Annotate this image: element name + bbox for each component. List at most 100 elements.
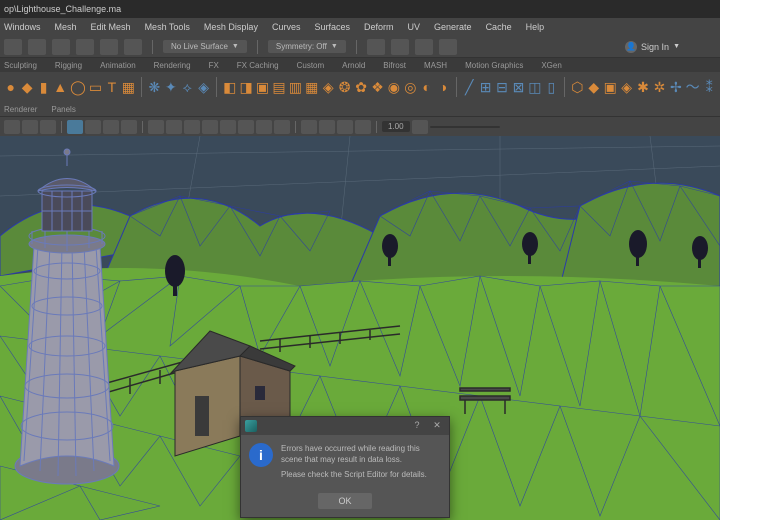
- vp-icon[interactable]: [184, 120, 200, 134]
- panel-menu[interactable]: Panels: [51, 105, 75, 114]
- shelf-icon[interactable]: 〜: [686, 76, 700, 98]
- vp-icon[interactable]: [319, 120, 335, 134]
- statusline-icon[interactable]: [76, 39, 94, 55]
- vp-search[interactable]: [430, 126, 500, 128]
- shelf-tab[interactable]: FX: [209, 61, 219, 70]
- shelf-tab[interactable]: Custom: [297, 61, 325, 70]
- statusline-icon[interactable]: [391, 39, 409, 55]
- shelf-icon[interactable]: ⊠: [512, 76, 525, 98]
- menu-windows[interactable]: Windows: [4, 22, 41, 32]
- statusline-icon[interactable]: [439, 39, 457, 55]
- vp-icon[interactable]: [238, 120, 254, 134]
- menu-editmesh[interactable]: Edit Mesh: [91, 22, 131, 32]
- undo-icon[interactable]: [100, 39, 118, 55]
- panel-menu[interactable]: Renderer: [4, 105, 37, 114]
- shelf-icon[interactable]: ◫: [528, 76, 541, 98]
- vp-icon[interactable]: [256, 120, 272, 134]
- shelf-icon[interactable]: ⊟: [495, 76, 508, 98]
- close-button[interactable]: ✕: [429, 420, 445, 432]
- shelf-icon[interactable]: ◑: [436, 76, 449, 98]
- shelf-icon[interactable]: ✱: [636, 76, 649, 98]
- shelf-icon[interactable]: ⁑: [703, 76, 716, 98]
- vp-icon[interactable]: [121, 120, 137, 134]
- vp-icon[interactable]: [103, 120, 119, 134]
- shelf-icon[interactable]: ▤: [272, 76, 285, 98]
- menu-cache[interactable]: Cache: [486, 22, 512, 32]
- shelf-icon[interactable]: ⊞: [479, 76, 492, 98]
- shelf-tab[interactable]: MASH: [424, 61, 447, 70]
- shelf-tab[interactable]: Animation: [100, 61, 136, 70]
- vp-icon[interactable]: [337, 120, 353, 134]
- shelf-tab[interactable]: Rigging: [55, 61, 82, 70]
- shelf-icon[interactable]: ◨: [239, 76, 252, 98]
- statusline-icon[interactable]: [28, 39, 46, 55]
- redo-icon[interactable]: [124, 39, 142, 55]
- shelf-icon[interactable]: ❋: [148, 76, 161, 98]
- live-surface-chip[interactable]: No Live Surface ▼: [163, 40, 247, 53]
- vp-icon[interactable]: [148, 120, 164, 134]
- vp-icon[interactable]: [412, 120, 428, 134]
- shelf-cone-icon[interactable]: ▲: [53, 76, 67, 98]
- shelf-icon[interactable]: ▦: [305, 76, 318, 98]
- vp-icon[interactable]: [274, 120, 290, 134]
- vp-icon[interactable]: [166, 120, 182, 134]
- vp-icon[interactable]: [85, 120, 101, 134]
- menu-generate[interactable]: Generate: [434, 22, 472, 32]
- statusline-icon[interactable]: [52, 39, 70, 55]
- shelf-sphere-icon[interactable]: ●: [4, 76, 17, 98]
- shelf-icon[interactable]: ▣: [603, 76, 616, 98]
- shelf-icon[interactable]: ◈: [620, 76, 633, 98]
- shelf-icon[interactable]: ✢: [669, 76, 682, 98]
- help-button[interactable]: ?: [409, 420, 425, 432]
- menu-surfaces[interactable]: Surfaces: [314, 22, 350, 32]
- vp-icon[interactable]: [40, 120, 56, 134]
- shelf-icon[interactable]: ▣: [256, 76, 269, 98]
- shelf-plane-icon[interactable]: ▭: [89, 76, 102, 98]
- shelf-icon[interactable]: ⬡: [571, 76, 584, 98]
- statusline-icon[interactable]: [415, 39, 433, 55]
- shelf-icon[interactable]: ◈: [197, 76, 210, 98]
- shelf-icon[interactable]: ✲: [653, 76, 666, 98]
- shelf-tab[interactable]: Arnold: [342, 61, 365, 70]
- shelf-tab[interactable]: Rendering: [154, 61, 191, 70]
- shelf-tab[interactable]: XGen: [541, 61, 561, 70]
- symmetry-chip[interactable]: Symmetry: Off ▼: [268, 40, 346, 53]
- shelf-icon[interactable]: ◐: [420, 76, 433, 98]
- menu-help[interactable]: Help: [526, 22, 545, 32]
- vp-icon[interactable]: [220, 120, 236, 134]
- shelf-cylinder-icon[interactable]: ▮: [37, 76, 50, 98]
- shelf-icon[interactable]: ❖: [371, 76, 384, 98]
- menu-meshtools[interactable]: Mesh Tools: [145, 22, 190, 32]
- vp-icon[interactable]: [202, 120, 218, 134]
- shelf-torus-icon[interactable]: ◯: [70, 76, 86, 98]
- shelf-icon[interactable]: ◎: [404, 76, 417, 98]
- vp-icon[interactable]: [355, 120, 371, 134]
- menu-uv[interactable]: UV: [408, 22, 421, 32]
- vp-icon[interactable]: [22, 120, 38, 134]
- shelf-text-icon[interactable]: T: [105, 76, 118, 98]
- menu-curves[interactable]: Curves: [272, 22, 301, 32]
- shelf-icon[interactable]: ◧: [223, 76, 236, 98]
- signin-button[interactable]: 👤 Sign In ▼: [625, 41, 680, 53]
- shelf-icon[interactable]: ◈: [322, 76, 335, 98]
- shelf-icon[interactable]: ⟡: [181, 76, 194, 98]
- vp-icon[interactable]: [4, 120, 20, 134]
- shelf-tab[interactable]: Motion Graphics: [465, 61, 523, 70]
- statusline-icon[interactable]: [367, 39, 385, 55]
- shelf-icon[interactable]: ▥: [289, 76, 302, 98]
- menu-meshdisplay[interactable]: Mesh Display: [204, 22, 258, 32]
- ok-button[interactable]: OK: [318, 493, 371, 509]
- shelf-tab[interactable]: Sculpting: [4, 61, 37, 70]
- vp-icon[interactable]: [301, 120, 317, 134]
- shelf-icon[interactable]: ╱: [462, 76, 475, 98]
- statusline-icon[interactable]: [4, 39, 22, 55]
- shelf-icon[interactable]: ✦: [164, 76, 177, 98]
- vp-icon[interactable]: [67, 120, 83, 134]
- shelf-tab[interactable]: FX Caching: [237, 61, 279, 70]
- menu-mesh[interactable]: Mesh: [55, 22, 77, 32]
- exposure-field[interactable]: 1.00: [382, 121, 410, 132]
- shelf-svg-icon[interactable]: ▦: [122, 76, 135, 98]
- shelf-icon[interactable]: ◉: [387, 76, 400, 98]
- menu-deform[interactable]: Deform: [364, 22, 394, 32]
- shelf-cube-icon[interactable]: ◆: [20, 76, 33, 98]
